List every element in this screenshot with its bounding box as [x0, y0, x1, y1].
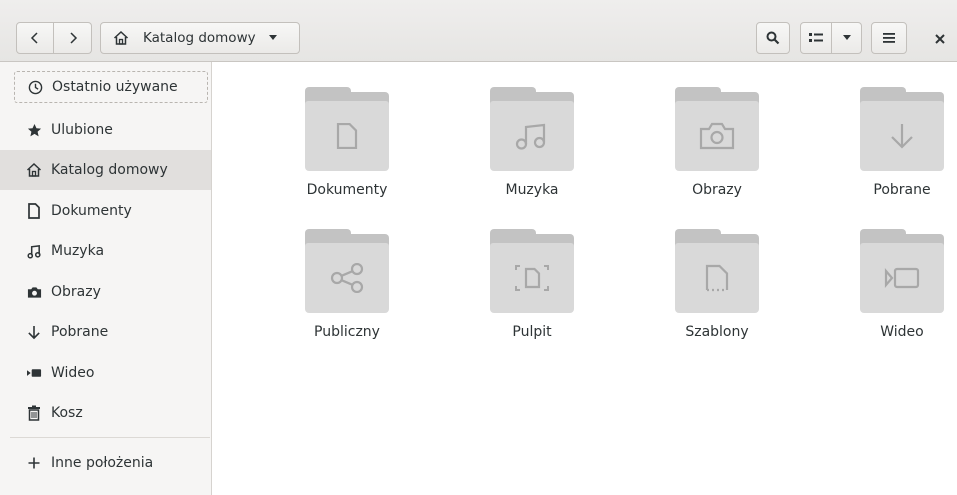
- folder-icon: [490, 229, 574, 313]
- hamburger-menu-icon: [883, 33, 895, 43]
- chevron-right-icon: [68, 31, 78, 45]
- sidebar-item-label: Obrazy: [51, 284, 101, 300]
- search-button[interactable]: [756, 22, 790, 54]
- document-icon: [26, 203, 42, 219]
- folder-label: Pulpit: [512, 324, 552, 340]
- search-icon: [766, 31, 780, 45]
- folder-grid: Dokumenty Muzyka Obrazy Pobrane Publiczn…: [212, 62, 957, 495]
- plus-icon: [26, 455, 42, 471]
- folder-label: Wideo: [880, 324, 924, 340]
- folder-item-public[interactable]: Publiczny: [272, 204, 422, 340]
- header-bar: Katalog domowy: [0, 0, 957, 62]
- folder-icon: [490, 87, 574, 171]
- music-icon: [490, 101, 574, 171]
- folder-icon: [305, 229, 389, 313]
- folder-item-templates[interactable]: Szablony: [642, 204, 792, 340]
- folder-item-music[interactable]: Muzyka: [457, 62, 607, 198]
- folder-label: Muzyka: [505, 182, 559, 198]
- back-button[interactable]: [16, 22, 54, 54]
- caret-down-icon: [268, 35, 278, 41]
- sidebar-item-trash[interactable]: Kosz: [10, 393, 212, 433]
- clock-icon: [27, 79, 43, 95]
- chevron-left-icon: [30, 31, 40, 45]
- sidebar-item-videos[interactable]: Wideo: [10, 353, 212, 393]
- forward-button[interactable]: [54, 22, 92, 54]
- caret-down-icon: [842, 35, 852, 41]
- navigation-buttons: [16, 22, 92, 54]
- star-icon: [26, 122, 42, 138]
- sidebar-item-other-locations[interactable]: Inne położenia: [10, 443, 212, 483]
- video-icon: [26, 365, 42, 381]
- sidebar-item-music[interactable]: Muzyka: [10, 231, 212, 271]
- folder-icon: [675, 87, 759, 171]
- camera-icon: [26, 284, 42, 300]
- folder-icon: [860, 229, 944, 313]
- folder-label: Publiczny: [314, 324, 380, 340]
- folder-item-downloads[interactable]: Pobrane: [827, 62, 957, 198]
- sidebar-item-recent[interactable]: Ostatnio używane: [14, 71, 208, 103]
- folder-label: Dokumenty: [306, 182, 388, 198]
- home-icon: [113, 30, 129, 46]
- view-options-button[interactable]: [832, 22, 862, 54]
- view-mode-buttons: [800, 22, 862, 54]
- folder-item-desktop[interactable]: Pulpit: [457, 204, 607, 340]
- sidebar-item-label: Ulubione: [51, 122, 113, 138]
- sidebar-item-label: Dokumenty: [51, 203, 132, 219]
- folder-icon: [675, 229, 759, 313]
- close-button[interactable]: [928, 26, 952, 50]
- document-icon: [305, 101, 389, 171]
- sidebar-item-label: Katalog domowy: [51, 162, 168, 178]
- sidebar-item-starred[interactable]: Ulubione: [10, 110, 212, 150]
- folder-item-pictures[interactable]: Obrazy: [642, 62, 792, 198]
- sidebar: Ostatnio używane Ulubione Katalog domowy…: [0, 62, 212, 495]
- sidebar-item-documents[interactable]: Dokumenty: [10, 191, 212, 231]
- folder-label: Obrazy: [692, 182, 742, 198]
- sidebar-item-pictures[interactable]: Obrazy: [10, 272, 212, 312]
- sidebar-item-label: Muzyka: [51, 243, 105, 259]
- camera-icon: [675, 101, 759, 171]
- sidebar-item-downloads[interactable]: Pobrane: [10, 312, 212, 352]
- home-icon: [26, 162, 42, 178]
- menu-button[interactable]: [871, 22, 907, 54]
- sidebar-item-label: Wideo: [51, 365, 95, 381]
- sidebar-item-label: Inne położenia: [51, 455, 154, 471]
- template-icon: [675, 243, 759, 313]
- sidebar-item-label: Pobrane: [51, 324, 109, 340]
- folder-label: Szablony: [685, 324, 749, 340]
- download-icon: [860, 101, 944, 171]
- video-icon: [860, 243, 944, 313]
- share-icon: [305, 243, 389, 313]
- download-icon: [26, 324, 42, 340]
- path-label: Katalog domowy: [143, 30, 256, 46]
- view-mode-button[interactable]: [800, 22, 832, 54]
- folder-item-documents[interactable]: Dokumenty: [272, 62, 422, 198]
- sidebar-item-label: Kosz: [51, 405, 83, 421]
- file-manager-window: Katalog domowy Ostatnio używane Ulubione…: [0, 0, 957, 495]
- folder-icon: [860, 87, 944, 171]
- path-bar-button[interactable]: Katalog domowy: [100, 22, 300, 54]
- folder-label: Pobrane: [873, 182, 931, 198]
- close-icon: [935, 29, 945, 48]
- folder-icon: [305, 87, 389, 171]
- desktop-icon: [490, 243, 574, 313]
- list-view-icon: [809, 33, 823, 43]
- trash-icon: [26, 405, 42, 421]
- sidebar-item-home[interactable]: Katalog domowy: [0, 150, 211, 190]
- sidebar-separator: [10, 437, 210, 438]
- folder-item-videos[interactable]: Wideo: [827, 204, 957, 340]
- sidebar-item-label: Ostatnio używane: [52, 79, 178, 95]
- music-icon: [26, 243, 42, 259]
